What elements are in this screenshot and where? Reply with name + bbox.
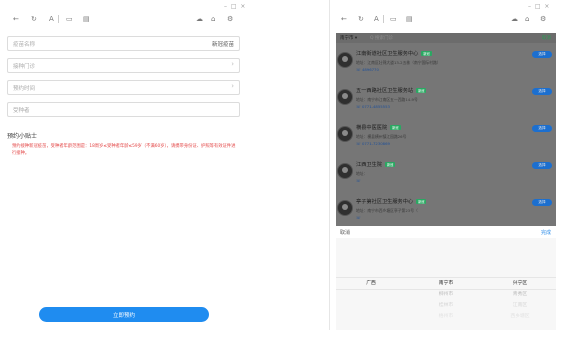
screen-icon[interactable]: ▭ bbox=[390, 14, 397, 24]
clinic-name: 江西卫生院 新冠 bbox=[356, 162, 396, 168]
clinic-badge: 新冠 bbox=[421, 51, 432, 56]
maximize-button[interactable]: □ bbox=[535, 3, 541, 10]
clinic-list-overlay: 南宁市 ▾ Q 搜索门诊 取消 江南街道社区卫生服务中心 新冠 地址：江南区壮锦大… bbox=[336, 33, 556, 226]
toolbar-separator bbox=[383, 15, 384, 23]
clinic-address: 地址：横县横州镇江园路26号 bbox=[356, 134, 407, 139]
city-selector[interactable]: 南宁市 ▾ bbox=[340, 35, 357, 41]
back-icon[interactable]: ← bbox=[341, 14, 347, 24]
clinic-address: 地址：南宁市江南区五一西路14-9号 bbox=[356, 97, 418, 102]
avatar bbox=[337, 163, 353, 179]
bookmark-icon[interactable]: ⌂ bbox=[211, 14, 215, 24]
avatar bbox=[337, 200, 353, 216]
list-toolbar: 南宁市 ▾ Q 搜索门诊 取消 bbox=[336, 33, 556, 43]
region-picker[interactable]: 广西 南宁市 柳州市 桂林市 梧州市 兴宁区 青秀区 江南区 西乡塘区 bbox=[336, 238, 556, 330]
submit-button[interactable]: 立即预约 bbox=[39, 307, 209, 322]
select-clinic-button[interactable]: 选择 bbox=[532, 162, 552, 169]
city-column[interactable]: 南宁市 柳州市 桂林市 梧州市 bbox=[416, 278, 476, 322]
province-column[interactable]: 广西 bbox=[341, 278, 401, 289]
clinic-search-input[interactable]: Q 搜索门诊 bbox=[370, 35, 393, 41]
window-controls: – □ × bbox=[528, 3, 549, 10]
avatar bbox=[337, 89, 353, 105]
clinic-badge: 新冠 bbox=[416, 199, 427, 204]
vaccine-value: 新冠疫苗 bbox=[211, 42, 234, 48]
picker-option[interactable]: 梧州市 bbox=[416, 311, 476, 322]
calendar-icon[interactable]: ▤ bbox=[406, 14, 413, 24]
close-button[interactable]: × bbox=[544, 3, 549, 10]
picker-option[interactable]: 青秀区 bbox=[490, 289, 550, 300]
window-controls: – □ × bbox=[224, 3, 245, 10]
clinic-field[interactable]: 接种门诊 › bbox=[7, 58, 240, 73]
picker-option[interactable]: 柳州市 bbox=[416, 289, 476, 300]
clinic-badge: 新冠 bbox=[416, 88, 427, 93]
picker-option[interactable]: 广西 bbox=[341, 278, 401, 289]
cloud-icon[interactable]: ☁ bbox=[511, 14, 518, 24]
back-icon[interactable]: ← bbox=[13, 14, 19, 24]
picker-confirm-button[interactable]: 完成 bbox=[541, 229, 551, 236]
screen-icon[interactable]: ▭ bbox=[66, 14, 73, 24]
select-clinic-button[interactable]: 选择 bbox=[532, 125, 552, 132]
font-size-icon[interactable]: A bbox=[374, 14, 379, 24]
clinic-badge: 新冠 bbox=[384, 162, 396, 167]
avatar bbox=[337, 52, 353, 68]
tips-title: 预约小贴士 bbox=[7, 133, 38, 140]
picker-option[interactable]: 兴宁区 bbox=[490, 278, 550, 289]
avatar bbox=[337, 126, 353, 142]
clinic-name: 横县中医医院 新冠 bbox=[356, 125, 401, 131]
clinic-name: 亭子第社区卫生服务中心 新冠 bbox=[356, 199, 427, 205]
clinic-label: 接种门诊 bbox=[13, 64, 36, 70]
font-size-icon[interactable]: A bbox=[49, 14, 54, 24]
refresh-icon[interactable]: ↻ bbox=[31, 14, 37, 24]
picker-cancel-button[interactable]: 取消 bbox=[340, 229, 350, 236]
picker-option[interactable]: 南宁市 bbox=[416, 278, 476, 289]
clinic-phone: ☏ 4896770 bbox=[356, 67, 379, 72]
tips-text: 预约接种新冠疫苗，受种者年龄范围是：18周岁≤受种者年龄≤59岁（不满60岁），… bbox=[12, 144, 236, 156]
chevron-right-icon: › bbox=[231, 60, 234, 68]
calendar-icon[interactable]: ▤ bbox=[83, 14, 90, 24]
toolbar-separator bbox=[58, 15, 59, 23]
clinic-card[interactable]: 江西卫生院 新冠 地址： ☏ 选择 bbox=[336, 158, 556, 193]
clinic-card[interactable]: 横县中医医院 新冠 地址：横县横州镇江园路26号 ☏ 0771-7230869 选… bbox=[336, 121, 556, 156]
maximize-button[interactable]: □ bbox=[231, 3, 237, 10]
clinic-address: 地址：南宁市西乡塘区亭子第23号（ bbox=[356, 208, 418, 213]
chevron-right-icon: › bbox=[231, 82, 234, 90]
clinic-phone: ☏ bbox=[356, 215, 361, 220]
clinic-phone: ☏ bbox=[356, 178, 361, 183]
clinic-phone: ☏ 0771-7230869 bbox=[356, 141, 390, 146]
clinic-phone: ☏ 0771-4855553 bbox=[356, 104, 390, 109]
person-label: 受种者 bbox=[13, 108, 30, 114]
select-clinic-button[interactable]: 选择 bbox=[532, 199, 552, 206]
clinic-name: 江南街道社区卫生服务中心 新冠 bbox=[356, 51, 432, 57]
list-cancel-link[interactable]: 取消 bbox=[542, 35, 551, 41]
clinic-name: 五一西路社区卫生服务站 新冠 bbox=[356, 88, 427, 94]
minimize-button[interactable]: – bbox=[528, 3, 531, 10]
select-clinic-button[interactable]: 选择 bbox=[532, 88, 552, 95]
clinic-address: 地址：江南区壮锦大道13-2五栋（南宁国际村路） bbox=[356, 60, 441, 65]
refresh-icon[interactable]: ↻ bbox=[358, 14, 364, 24]
vaccine-field[interactable]: 疫苗名称 新冠疫苗 bbox=[7, 36, 240, 51]
settings-icon[interactable]: ⚙ bbox=[540, 14, 546, 24]
picker-option[interactable]: 桂林市 bbox=[416, 300, 476, 311]
clinic-card[interactable]: 五一西路社区卫生服务站 新冠 地址：南宁市江南区五一西路14-9号 ☏ 0771-… bbox=[336, 84, 556, 119]
clinic-badge: 新冠 bbox=[390, 125, 401, 130]
person-field[interactable]: 受种者 bbox=[7, 102, 240, 117]
close-button[interactable]: × bbox=[240, 3, 245, 10]
vaccine-label: 疫苗名称 bbox=[13, 42, 36, 48]
picker-option[interactable]: 西乡塘区 bbox=[490, 311, 550, 322]
time-field[interactable]: 预约时间 › bbox=[7, 80, 240, 95]
clinic-card[interactable]: 亭子第社区卫生服务中心 新冠 地址：南宁市西乡塘区亭子第23号（ ☏ 选择 bbox=[336, 195, 556, 226]
cloud-icon[interactable]: ☁ bbox=[196, 14, 203, 24]
district-column[interactable]: 兴宁区 青秀区 江南区 西乡塘区 bbox=[490, 278, 550, 322]
panel-divider bbox=[329, 0, 330, 330]
minimize-button[interactable]: – bbox=[224, 3, 227, 10]
clinic-address: 地址： bbox=[356, 171, 368, 176]
settings-icon[interactable]: ⚙ bbox=[227, 14, 233, 24]
select-clinic-button[interactable]: 选择 bbox=[532, 51, 552, 58]
clinic-card[interactable]: 江南街道社区卫生服务中心 新冠 地址：江南区壮锦大道13-2五栋（南宁国际村路） … bbox=[336, 47, 556, 82]
time-label: 预约时间 bbox=[13, 86, 36, 92]
bookmark-icon[interactable]: ⌂ bbox=[525, 14, 529, 24]
picker-option[interactable]: 江南区 bbox=[490, 300, 550, 311]
